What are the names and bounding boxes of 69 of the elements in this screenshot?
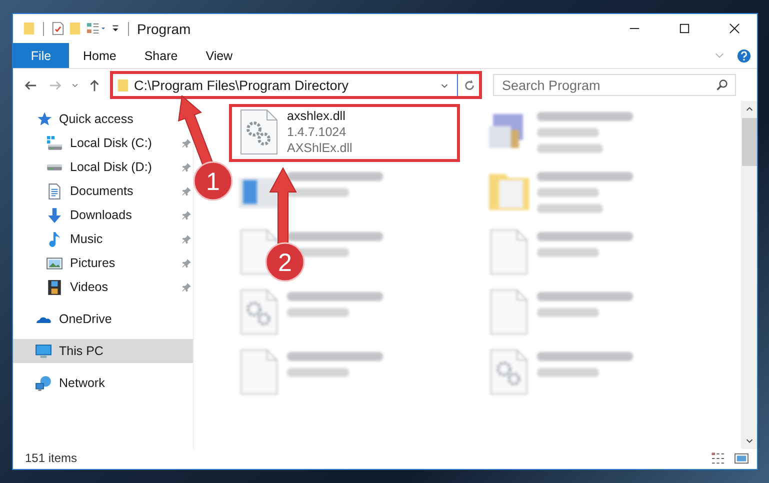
address-bar[interactable]: C:\Program Files\Program Directory (110, 71, 482, 99)
blurred-text (287, 188, 349, 197)
sidebar-item[interactable]: This PC (13, 339, 193, 363)
file-name: axshlex.dll (287, 108, 346, 124)
details-view-icon[interactable] (711, 452, 726, 464)
network-icon (35, 374, 52, 392)
folder-icon (117, 78, 129, 92)
large-icons-view-icon[interactable] (734, 452, 749, 464)
blurred-text (537, 308, 599, 317)
sidebar-item[interactable]: Documents (13, 179, 193, 203)
sidebar-item-label: Downloads (70, 208, 133, 222)
sidebar-item[interactable]: Quick access (13, 107, 138, 131)
blurred-text (537, 204, 603, 213)
item-count: 151 items (25, 451, 78, 465)
view-list-icon[interactable] (86, 21, 106, 36)
document-icon (46, 182, 63, 200)
step-number: 1 (193, 161, 233, 201)
computer-icon (35, 342, 52, 360)
scrollbar[interactable] (741, 101, 757, 449)
address-path: C:\Program Files\Program Directory (134, 78, 350, 92)
file-tile[interactable]: axshlex.dll 1.4.7.1024 AXShlEx.dll (229, 104, 460, 162)
blurred-text (537, 188, 599, 197)
sidebar-item[interactable]: OneDrive (13, 307, 116, 331)
sidebar-item[interactable]: Network (13, 371, 109, 395)
blurred-text (287, 368, 349, 377)
ribbon-tab[interactable]: Home (69, 43, 130, 68)
sidebar-item-label: Local Disk (C:) (70, 136, 153, 150)
file-detail: 1.4.7.1024 (287, 124, 348, 140)
help-icon[interactable] (737, 48, 751, 62)
blurred-text (537, 248, 599, 257)
blurred-text (537, 368, 599, 377)
scroll-thumb[interactable] (742, 118, 756, 166)
sidebar-item-label: Music (70, 232, 104, 246)
file-menu-tab[interactable]: File (13, 43, 69, 68)
properties-icon[interactable] (52, 21, 64, 36)
search-icon (716, 79, 728, 91)
sidebar-item-label: This PC (59, 344, 104, 358)
picture-icon (46, 254, 63, 272)
ribbon-tab[interactable]: View (192, 43, 247, 68)
music-note-icon (46, 230, 63, 248)
cloud-icon (35, 314, 52, 324)
customize-caret-icon[interactable] (111, 24, 120, 33)
drive-icon (46, 162, 63, 172)
sidebar-item-label: Network (59, 376, 105, 390)
sidebar-item-label: Quick access (59, 112, 134, 126)
step-number: 2 (265, 242, 305, 282)
blurred-text (287, 308, 349, 317)
search-field[interactable]: Search Program (493, 74, 736, 96)
film-icon (46, 278, 63, 296)
sidebar-item[interactable]: Local Disk (D:) (13, 155, 193, 179)
ribbon-tab[interactable]: Share (130, 43, 192, 68)
sidebar-item[interactable]: Pictures (13, 251, 193, 275)
file-detail: AXShlEx.dll (287, 140, 352, 156)
sidebar-item-label: Videos (70, 280, 109, 294)
recent-caret-icon[interactable] (71, 81, 79, 89)
drive-icon (46, 134, 63, 152)
sidebar-item-label: Documents (70, 184, 134, 198)
download-icon (46, 206, 63, 224)
sidebar-item[interactable]: Downloads (13, 203, 193, 227)
sidebar-item[interactable]: Videos (13, 275, 193, 299)
sidebar-item-label: Pictures (70, 256, 116, 270)
window-title: Program (137, 20, 191, 36)
sidebar-item-label: Local Disk (D:) (70, 160, 153, 174)
blurred-text (537, 128, 599, 137)
sidebar-item[interactable]: Local Disk (C:) (13, 131, 193, 155)
star-icon (35, 110, 52, 128)
sidebar-item[interactable]: Music (13, 227, 193, 251)
sidebar-item-label: OneDrive (59, 312, 112, 326)
blurred-text (537, 144, 603, 153)
